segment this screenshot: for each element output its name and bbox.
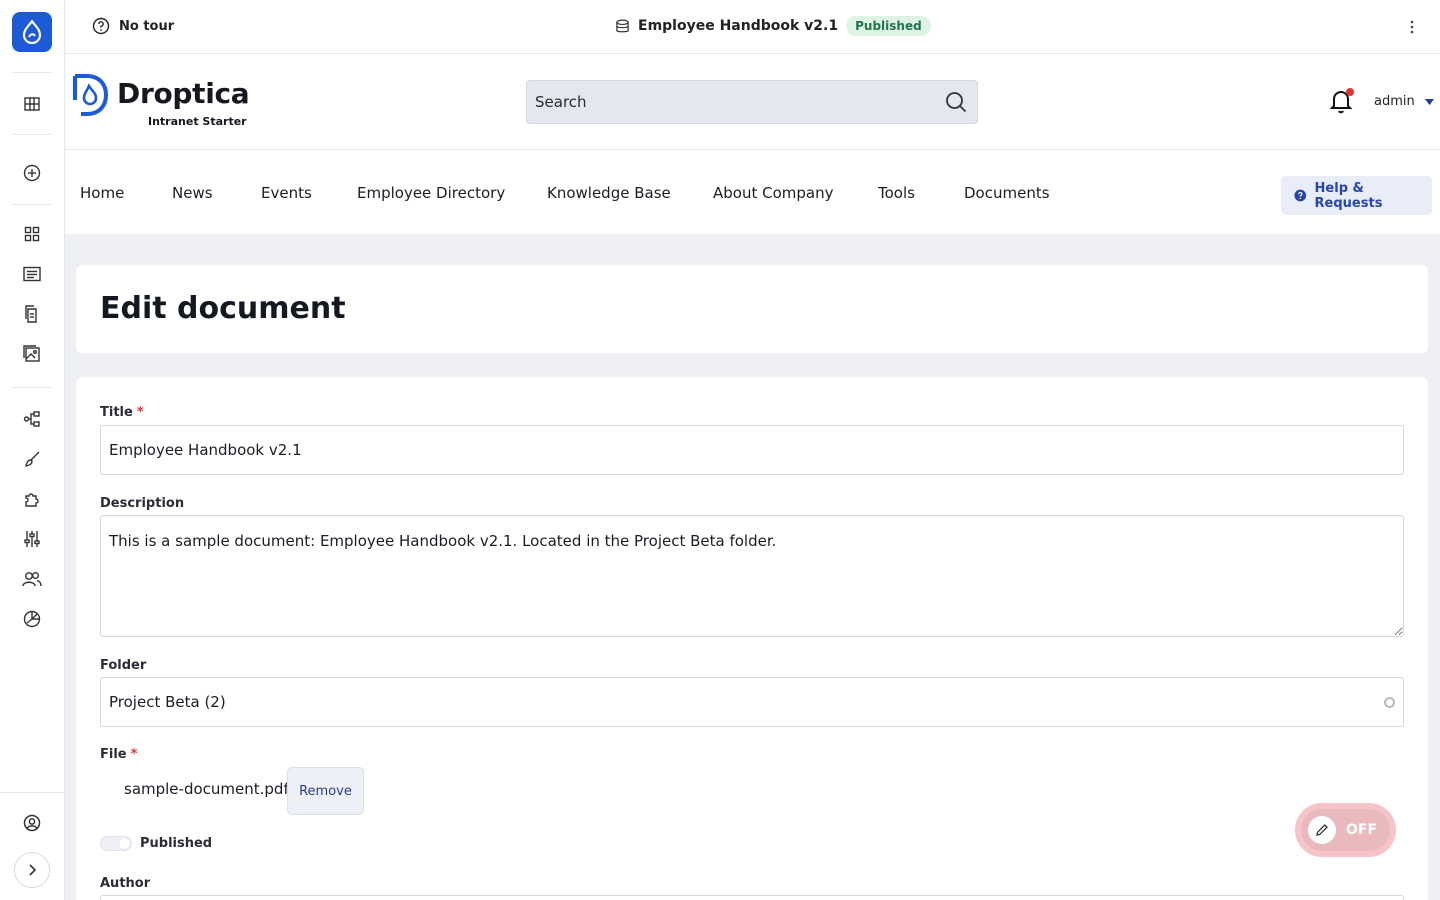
folder-label: Folder (100, 658, 147, 673)
main-navigation: Home News Events Employee Directory Know… (65, 150, 1440, 234)
rail-divider (12, 204, 52, 205)
extend-icon[interactable] (20, 487, 44, 511)
tour-button[interactable]: No tour (92, 17, 174, 35)
documents-icon[interactable] (20, 302, 44, 326)
file-label-text: File (100, 747, 127, 762)
content-icon[interactable] (20, 262, 44, 286)
document-form: Title* Description This is a sample docu… (76, 377, 1428, 900)
required-marker: * (130, 747, 138, 762)
brand-subtitle: Intranet Starter (148, 115, 247, 128)
nav-home[interactable]: Home (80, 184, 124, 202)
rail-divider (12, 72, 52, 73)
appearance-icon[interactable] (20, 447, 44, 471)
file-label: File * (100, 747, 137, 762)
description-field[interactable]: This is a sample document: Employee Hand… (100, 515, 1404, 637)
nav-documents[interactable]: Documents (964, 184, 1050, 202)
description-label: Description (100, 496, 185, 511)
caret-down-icon (1424, 98, 1434, 105)
admin-sidebar (0, 0, 65, 900)
published-toggle[interactable] (100, 836, 132, 851)
reports-icon[interactable] (20, 607, 44, 631)
folder-value: Project Beta (2) (109, 693, 226, 711)
drupal-icon[interactable] (12, 12, 52, 52)
required-marker: * (136, 405, 144, 420)
published-label: Published (140, 836, 213, 851)
nav-events[interactable]: Events (261, 184, 312, 202)
loading-indicator-icon (1384, 696, 1395, 708)
structure-icon[interactable] (20, 407, 44, 431)
remove-file-button[interactable]: Remove (287, 767, 364, 815)
author-label: Author (100, 876, 151, 891)
search-input[interactable] (535, 93, 945, 111)
status-badge: Published (846, 16, 931, 36)
notifications-button[interactable] (1329, 88, 1355, 116)
folder-select[interactable]: Project Beta (2) (100, 677, 1404, 727)
people-icon[interactable] (20, 567, 44, 591)
edit-mode-label: OFF (1346, 822, 1378, 838)
nav-employee-directory[interactable]: Employee Directory (357, 184, 505, 202)
help-circle-icon (92, 17, 110, 35)
user-menu[interactable]: admin (1374, 94, 1434, 109)
dashboard-icon[interactable] (20, 222, 44, 246)
configuration-icon[interactable] (20, 527, 44, 551)
brand-name: Droptica (117, 77, 250, 110)
media-icon[interactable] (20, 342, 44, 366)
edit-mode-track: OFF (1301, 809, 1390, 851)
nav-about-company[interactable]: About Company (713, 184, 833, 202)
layout-icon[interactable] (20, 92, 44, 116)
author-field[interactable] (100, 895, 1404, 900)
edit-mode-toggle[interactable]: OFF (1295, 803, 1396, 857)
search-bar (526, 80, 978, 124)
chevron-right-icon (29, 864, 37, 876)
admin-toolbar: No tour Employee Handbook v2.1 Published (65, 0, 1440, 54)
user-profile-icon[interactable] (20, 811, 44, 835)
page-title-card: Edit document (76, 265, 1428, 353)
nav-tools[interactable]: Tools (878, 184, 915, 202)
help-requests-label: Help & Requests (1314, 180, 1383, 211)
rail-divider (12, 387, 52, 388)
site-logo[interactable]: Droptica Intranet Starter (71, 74, 250, 128)
notification-dot (1346, 88, 1354, 96)
tour-label: No tour (119, 18, 175, 34)
expand-sidebar-button[interactable] (14, 852, 50, 888)
add-icon[interactable] (20, 161, 44, 185)
document-title: Employee Handbook v2.1 (638, 18, 839, 34)
more-options-icon[interactable] (1404, 17, 1420, 37)
search-icon[interactable] (945, 91, 967, 113)
file-name-link[interactable]: sample-document.pdf (124, 780, 289, 798)
database-icon (616, 19, 629, 32)
edit-mode-knob (1308, 816, 1336, 844)
title-field[interactable] (100, 425, 1404, 475)
user-name: admin (1374, 94, 1415, 109)
site-header: Droptica Intranet Starter admin (65, 54, 1440, 150)
document-indicator: Employee Handbook v2.1 Published (615, 16, 931, 36)
nav-news[interactable]: News (172, 184, 213, 202)
page-title: Edit document (100, 291, 346, 326)
rail-divider (12, 134, 52, 135)
title-label: Title * (100, 405, 144, 420)
nav-knowledge-base[interactable]: Knowledge Base (547, 184, 671, 202)
title-label-text: Title (100, 405, 133, 420)
droptica-logo-icon (73, 74, 109, 116)
help-requests-button[interactable]: Help & Requests (1281, 176, 1432, 215)
help-icon (1294, 189, 1307, 202)
rail-divider (0, 792, 65, 793)
pencil-icon (1316, 824, 1328, 836)
